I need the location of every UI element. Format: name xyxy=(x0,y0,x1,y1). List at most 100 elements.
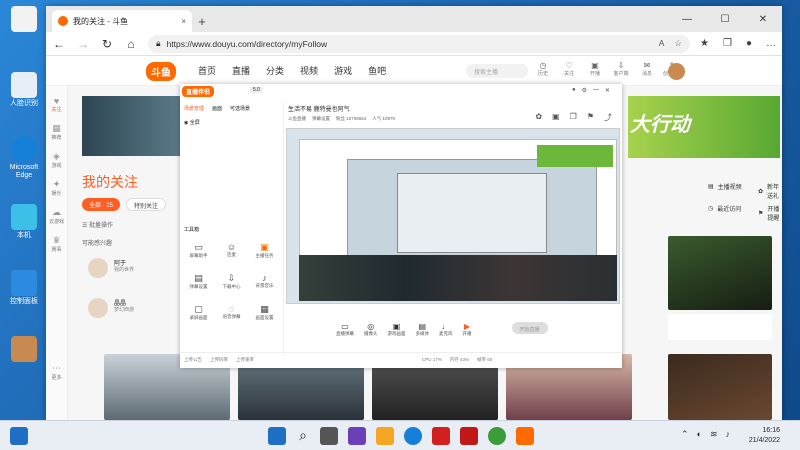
tab-close-icon[interactable]: × xyxy=(181,17,186,26)
start-menu-icon[interactable] xyxy=(268,427,286,445)
sidebar-item-recommend[interactable]: ▦ 推荐 xyxy=(46,123,67,141)
minimize-icon[interactable]: — xyxy=(593,87,599,94)
tool-item[interactable]: ▤ 弹幕设置 xyxy=(182,273,215,290)
home-icon[interactable]: ⌂ xyxy=(124,37,138,51)
filter-special-button[interactable]: 特别关注 xyxy=(126,198,167,211)
settings-icon[interactable]: ⚙ xyxy=(582,87,587,94)
file-explorer-icon[interactable] xyxy=(376,427,394,445)
douyu-app-icon[interactable] xyxy=(516,427,534,445)
tool-game[interactable]: ▣ 游戏画面 xyxy=(388,322,406,346)
forward-icon[interactable]: → xyxy=(76,37,90,51)
tool-danmaku[interactable]: ▭ 直播弹幕 xyxy=(336,322,354,346)
nav-fishbar[interactable]: 鱼吧 xyxy=(368,64,386,77)
tab-picture[interactable]: 画面 xyxy=(212,105,222,112)
desktop-icon-edge[interactable]: Microsoft Edge xyxy=(4,136,44,180)
tool-mic[interactable]: ♩ 麦克风 xyxy=(439,322,453,346)
mcafee-icon[interactable] xyxy=(460,427,478,445)
tool-camera[interactable]: ◎ 摄像头 xyxy=(364,322,378,346)
new-tab-button[interactable]: + xyxy=(192,10,212,32)
tool-item[interactable]: ☺ 连麦 xyxy=(215,242,248,259)
sidebar-item-cloud[interactable]: ☁ 云游戏 xyxy=(46,207,67,225)
sidebar-item-game[interactable]: ◈ 游戏 xyxy=(46,151,67,169)
collections-icon[interactable]: ❐ xyxy=(723,38,732,49)
nav-icon-message[interactable]: ✉ 消息 xyxy=(636,61,658,77)
favorites-icon[interactable]: ★ xyxy=(700,38,709,49)
nav-category[interactable]: 分类 xyxy=(266,64,284,77)
sidebar-item-more[interactable]: ⋯ 更多 xyxy=(46,363,67,381)
search-input[interactable]: 搜索主播 xyxy=(466,64,528,78)
chevron-up-icon[interactable]: ⌃ xyxy=(681,429,689,440)
url-field[interactable]: 🔒︎ https://www.douyu.com/directory/myFol… xyxy=(148,34,691,53)
copy-icon[interactable]: ❐ xyxy=(570,112,577,123)
close-icon[interactable]: ✕ xyxy=(605,87,610,94)
desktop-icon-recycle[interactable] xyxy=(4,6,44,34)
back-icon[interactable]: ← xyxy=(52,37,66,51)
chrome-icon[interactable] xyxy=(488,427,506,445)
nav-icon-client[interactable]: ⇩ 客户端 xyxy=(610,61,632,77)
banner-right-image[interactable]: 大行动 xyxy=(628,96,780,158)
widgets-icon[interactable] xyxy=(10,427,28,445)
nav-icon-follow[interactable]: ♡ 关注 xyxy=(558,61,580,77)
start-live-button[interactable]: 开始直播 xyxy=(511,322,548,334)
tool-item[interactable]: ▣ 主播任务 xyxy=(248,242,281,259)
user-avatar[interactable] xyxy=(668,63,685,80)
tool-item[interactable]: ▢ 录屏画面 xyxy=(182,304,215,321)
bell-icon[interactable]: ⚑ xyxy=(587,112,594,123)
profile-icon[interactable]: ● xyxy=(746,38,752,49)
tool-item[interactable]: ▭ 屏幕助手 xyxy=(182,242,215,259)
filter-all-button[interactable]: 全部 · 25 xyxy=(82,198,121,211)
app-tray-icon[interactable]: ◐ xyxy=(697,429,702,440)
desktop-icon-face[interactable]: 人脸识别 xyxy=(4,72,44,108)
share-icon[interactable]: ⤴ xyxy=(604,112,612,123)
close-window-button[interactable]: ✕ xyxy=(744,6,782,32)
lock-icon[interactable]: ▣ xyxy=(552,112,560,123)
desktop-icon-control[interactable]: 控制面板 xyxy=(4,270,44,306)
avatar[interactable]: ● xyxy=(572,87,576,94)
tool-item[interactable]: ▦ 画面设置 xyxy=(248,304,281,321)
refresh-icon[interactable]: ↻ xyxy=(100,37,114,51)
nav-game[interactable]: 游戏 xyxy=(334,64,352,77)
streamer-video-link[interactable]: ▤ 主播视频 xyxy=(708,182,742,191)
desktop-icon-app[interactable] xyxy=(4,336,44,364)
tool-media[interactable]: ▤ 多媒体 xyxy=(416,322,430,346)
list-item[interactable]: 阿于 我的世界 xyxy=(82,256,182,284)
maximize-button[interactable]: ☐ xyxy=(706,6,744,32)
task-view-icon[interactable] xyxy=(320,427,338,445)
nav-video[interactable]: 视频 xyxy=(300,64,318,77)
batch-operation[interactable]: ☰ 批量操作 xyxy=(82,220,113,229)
gift-link[interactable]: ✿ 新年送礼 xyxy=(758,182,782,200)
sidebar-item-match[interactable]: ♛ 赛事 xyxy=(46,235,67,253)
tool-item[interactable]: ◌ 语音弹幕 xyxy=(215,304,248,321)
read-aloud-icon[interactable]: A xyxy=(659,38,665,49)
douyu-logo[interactable]: 斗鱼 xyxy=(146,62,176,81)
tool-item[interactable]: ⇩ 下载中心 xyxy=(215,273,248,290)
nav-live[interactable]: 直播 xyxy=(232,64,250,77)
tool-item[interactable]: ♪ 背景音乐 xyxy=(248,273,281,290)
tool-start[interactable]: ▶ 开播 xyxy=(463,322,472,346)
stream-thumbnail[interactable] xyxy=(668,354,772,420)
browser-tab[interactable]: 我的关注 - 斗鱼 × xyxy=(52,10,192,32)
nav-icon-history[interactable]: ◷ 历史 xyxy=(532,61,554,77)
search-icon[interactable]: ⌕ xyxy=(294,427,312,445)
gift-icon[interactable]: ✿ xyxy=(535,112,542,123)
stream-card-info[interactable] xyxy=(668,314,772,340)
sidebar-item-fun[interactable]: ✦ 娱乐 xyxy=(46,179,67,197)
recent-visit-link[interactable]: ◷ 最近访问 xyxy=(708,204,741,213)
stream-thumbnail[interactable] xyxy=(668,236,772,310)
desktop-icon-pc[interactable]: 本机 xyxy=(4,204,44,240)
volume-icon[interactable]: ♪ xyxy=(726,429,731,440)
favorite-icon[interactable]: ☆ xyxy=(674,38,682,49)
sidebar-item-follow[interactable]: ♥ 关注 xyxy=(46,96,67,113)
reminder-link[interactable]: ⚑ 开播提醒 xyxy=(758,204,782,222)
chat-icon[interactable] xyxy=(348,427,366,445)
edge-icon[interactable] xyxy=(404,427,422,445)
wifi-icon[interactable]: ≋ xyxy=(710,429,718,440)
clock[interactable]: 16:16 21/4/2022 xyxy=(749,426,780,446)
nav-icon-broadcast[interactable]: ▣ 开播 xyxy=(584,61,606,77)
list-item[interactable]: 晶晶 梦幻西游 xyxy=(82,296,182,324)
scene-item[interactable]: ◉ 全屏 xyxy=(180,115,283,130)
tab-scene[interactable]: 场景管理 xyxy=(184,105,204,112)
minimize-button[interactable]: — xyxy=(668,6,706,32)
tab-optional[interactable]: 可选场景 xyxy=(230,105,250,112)
nav-home[interactable]: 首页 xyxy=(198,64,216,77)
